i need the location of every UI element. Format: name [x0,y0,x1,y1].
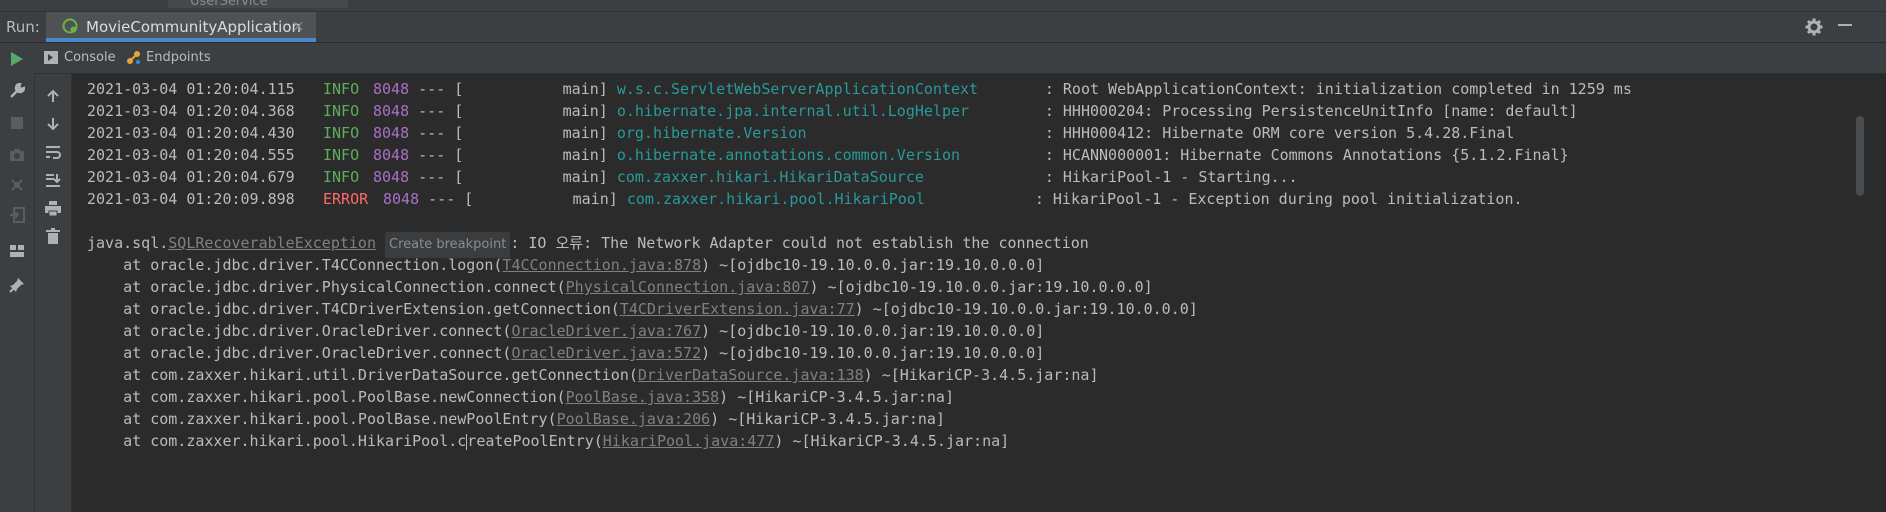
frame-method: at com.zaxxer.hikari.pool.HikariPool.c [87,432,467,450]
stop-icon [7,113,27,133]
scroll-up-icon[interactable] [43,86,63,106]
run-toolwindow-header: Run: MovieCommunityApplication × [0,12,1886,43]
log-message: : HikariPool-1 - Exception during pool i… [1034,190,1523,208]
exit-icon [7,205,27,225]
log-separator: --- [ [428,190,474,208]
frame-method: at oracle.jdbc.driver.T4CConnection.logo… [87,256,503,274]
scroll-down-icon[interactable] [43,114,63,134]
frame-jar: ) ~[HikariCP-3.4.5.jar:na] [863,366,1099,384]
log-pid: 8048 [373,80,410,98]
log-logger: com.zaxxer.hikari.pool.HikariPool [626,190,925,208]
frame-source-link[interactable]: OracleDriver.java:572 [511,344,701,362]
frame-jar: ) ~[HikariCP-3.4.5.jar:na] [710,410,945,428]
minimize-icon[interactable] [1838,24,1852,26]
wrench-icon[interactable] [7,81,27,101]
log-separator: --- [ [418,102,464,120]
log-line: 2021-03-04 01:20:09.898 ERROR 8048 --- [ m… [87,186,1523,212]
tab-console[interactable]: Console [44,43,134,73]
stack-frame: at com.zaxxer.hikari.pool.HikariPool.cre… [87,428,1009,454]
frame-source-link[interactable]: PhysicalConnection.java:807 [566,278,810,296]
frame-jar: ) ~[HikariCP-3.4.5.jar:na] [719,388,954,406]
trash-icon[interactable] [43,226,63,246]
tab-endpoints[interactable]: Endpoints [126,43,226,73]
frame-method-rest: reatePoolEntry( [467,432,603,450]
frame-jar: ) ~[ojdbc10-19.10.0.0.jar:19.10.0.0.0] [701,256,1045,274]
frame-method: at com.zaxxer.hikari.pool.PoolBase.newCo… [87,388,566,406]
project-tree-item-label: UserService [190,0,268,9]
log-message: : HHH000412: Hibernate ORM core version … [1044,124,1515,142]
frame-source-link[interactable]: DriverDataSource.java:138 [638,366,864,384]
log-message: : HCANN000001: Hibernate Commons Annotat… [1044,146,1569,164]
log-thread: main] [463,80,608,98]
active-tab-indicator [46,38,316,42]
camera-icon [7,145,27,165]
frame-jar: ) ~[ojdbc10-19.10.0.0.jar:19.10.0.0.0] [809,278,1153,296]
log-pid: 8048 [373,146,410,164]
scroll-to-end-icon[interactable] [43,170,63,190]
gear-icon[interactable] [1805,18,1823,36]
log-thread: main] [463,102,608,120]
frame-method: at com.zaxxer.hikari.pool.PoolBase.newPo… [87,410,557,428]
run-tab-title: MovieCommunityApplication [86,18,302,36]
project-tree-item[interactable]: UserService [168,0,348,9]
console-output[interactable]: 2021-03-04 01:20:04.115 INFO 8048 --- [ ma… [72,74,1852,512]
console-tools [35,74,72,512]
frame-source-link[interactable]: PoolBase.java:358 [566,388,720,406]
log-thread: main] [463,146,608,164]
log-thread: main] [473,190,618,208]
tab-console-label: Console [64,50,116,65]
print-icon[interactable] [43,198,63,218]
run-label: Run: [6,18,40,36]
frame-source-link[interactable]: T4CDriverExtension.java:77 [620,300,855,318]
frame-jar: ) ~[ojdbc10-19.10.0.0.jar:19.10.0.0.0] [701,344,1045,362]
exception-class-link[interactable]: SQLRecoverableException [168,234,376,252]
run-tab[interactable]: MovieCommunityApplication × [46,12,316,42]
log-pid: 8048 [373,102,410,120]
frame-jar: ) ~[ojdbc10-19.10.0.0.jar:19.10.0.0.0] [701,322,1045,340]
log-separator: --- [ [418,168,464,186]
frame-source-link[interactable]: HikariPool.java:477 [603,432,775,450]
soft-wrap-icon[interactable] [43,142,63,162]
log-pid: 8048 [383,190,420,208]
frame-source-link[interactable]: T4CConnection.java:878 [502,256,701,274]
frame-jar: ) ~[HikariCP-3.4.5.jar:na] [774,432,1010,450]
close-tab-icon[interactable]: × [292,17,305,35]
top-strip: UserService [0,0,1886,12]
frame-method: at oracle.jdbc.driver.OracleDriver.conne… [87,322,512,340]
log-timestamp: 2021-03-04 01:20:09.898 [87,190,295,208]
frame-method: at com.zaxxer.hikari.util.DriverDataSour… [87,366,638,384]
log-thread: main] [463,168,608,186]
log-separator: --- [ [418,80,464,98]
log-pid: 8048 [373,124,410,142]
log-pid: 8048 [373,168,410,186]
frame-method: at oracle.jdbc.driver.OracleDriver.conne… [87,344,512,362]
frame-method: at oracle.jdbc.driver.PhysicalConnection… [87,278,566,296]
log-message: : HikariPool-1 - Starting... [1044,168,1298,186]
rerun-icon[interactable] [7,49,27,69]
log-level: ERROR [323,190,369,208]
dump-threads-icon [7,175,27,195]
console-icon [44,51,58,64]
exception-package: java.sql. [87,234,169,252]
frame-method: at oracle.jdbc.driver.T4CDriverExtension… [87,300,620,318]
exception-message: : IO 오류: The Network Adapter could not e… [510,234,1089,252]
vertical-scrollbar[interactable] [1852,74,1886,512]
log-separator: --- [ [418,146,464,164]
tab-endpoints-label: Endpoints [146,50,211,65]
log-thread: main] [463,124,608,142]
pin-icon[interactable] [7,275,27,295]
console-tabs-bar: Console Endpoints [34,43,1886,74]
endpoints-icon [127,51,140,64]
frame-jar: ) ~[ojdbc10-19.10.0.0.jar:19.10.0.0.0] [854,300,1198,318]
log-message: : HHH000204: Processing PersistenceUnitI… [1044,102,1578,120]
frame-source-link[interactable]: PoolBase.java:206 [557,410,711,428]
spring-boot-icon [62,18,78,34]
log-message: : Root WebApplicationContext: initializa… [1044,80,1632,98]
frame-source-link[interactable]: OracleDriver.java:767 [511,322,701,340]
scrollbar-thumb[interactable] [1856,116,1864,196]
layout-icon[interactable] [7,241,27,261]
log-separator: --- [ [418,124,464,142]
run-actions-bar [0,43,35,512]
